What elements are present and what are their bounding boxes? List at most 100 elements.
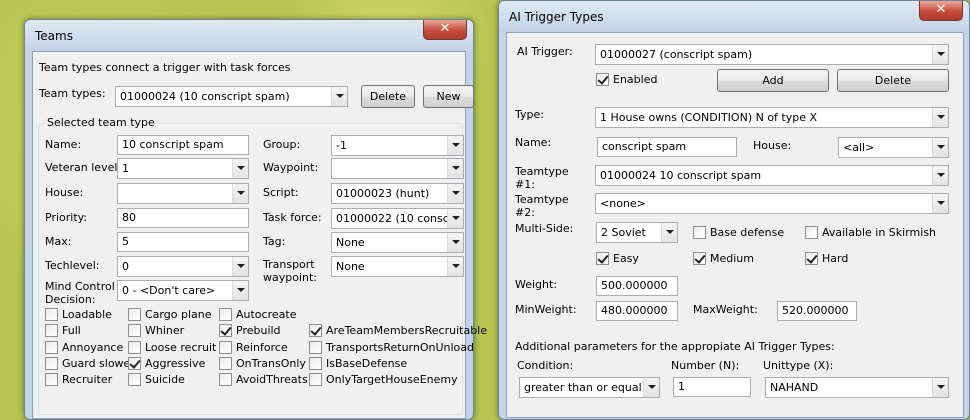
- skirmish-box[interactable]: [805, 226, 818, 239]
- easy-checkbox[interactable]: Easy: [596, 252, 639, 265]
- ai-close-button[interactable]: ✕: [919, 1, 963, 21]
- flag-box[interactable]: [219, 341, 232, 354]
- team-delete-button[interactable]: Delete: [361, 85, 415, 108]
- flag-checkbox[interactable]: OnTransOnly: [219, 357, 306, 370]
- flag-checkbox[interactable]: AvoidThreats: [219, 373, 308, 386]
- flag-checkbox[interactable]: Autocreate: [219, 308, 296, 321]
- ai-name-input[interactable]: conscript spam: [597, 137, 737, 157]
- flag-box[interactable]: [128, 341, 141, 354]
- medium-box[interactable]: [693, 252, 706, 265]
- flag-checkbox[interactable]: Full: [45, 324, 81, 337]
- flag-box[interactable]: [128, 373, 141, 386]
- enabled-checkbox[interactable]: Enabled: [596, 73, 657, 86]
- unittype-combo[interactable]: NAHAND: [765, 377, 949, 398]
- flag-box[interactable]: [45, 324, 58, 337]
- type-combo[interactable]: 1 House owns (CONDITION) N of type X: [595, 107, 949, 128]
- flag-checkbox[interactable]: Guard slower: [45, 357, 135, 370]
- flag-box[interactable]: [45, 341, 58, 354]
- chevron-down-icon[interactable]: [932, 138, 948, 157]
- flag-box[interactable]: [128, 324, 141, 337]
- flag-box[interactable]: [219, 357, 232, 370]
- flag-checkbox[interactable]: Loose recruit: [128, 341, 216, 354]
- flag-checkbox[interactable]: Annoyance: [45, 341, 123, 354]
- number-input[interactable]: 1: [673, 377, 751, 397]
- chevron-down-icon[interactable]: [447, 233, 463, 252]
- teams-close-button[interactable]: ✕: [423, 20, 467, 40]
- flag-box[interactable]: [309, 324, 322, 337]
- name-input[interactable]: 10 conscript spam: [117, 135, 249, 155]
- skirmish-checkbox[interactable]: Available in Skirmish: [805, 226, 936, 239]
- chevron-down-icon[interactable]: [232, 184, 248, 203]
- chevron-down-icon[interactable]: [643, 378, 659, 397]
- flag-checkbox[interactable]: TransportsReturnOnUnload: [309, 341, 474, 354]
- group-combo[interactable]: -1: [331, 135, 464, 156]
- chevron-down-icon[interactable]: [661, 223, 677, 242]
- max-input[interactable]: 5: [117, 232, 249, 252]
- flag-checkbox[interactable]: Recruiter: [45, 373, 112, 386]
- flag-checkbox[interactable]: Suicide: [128, 373, 185, 386]
- flag-checkbox[interactable]: Whiner: [128, 324, 184, 337]
- flag-checkbox[interactable]: IsBaseDefense: [309, 357, 407, 370]
- flag-box[interactable]: [219, 373, 232, 386]
- enabled-box[interactable]: [596, 73, 609, 86]
- priority-input[interactable]: 80: [117, 208, 249, 228]
- flag-box[interactable]: [219, 308, 232, 321]
- chevron-down-icon[interactable]: [932, 194, 948, 213]
- flag-box[interactable]: [128, 308, 141, 321]
- maxweight-input[interactable]: 520.000000: [777, 301, 857, 321]
- easy-box[interactable]: [596, 252, 609, 265]
- chevron-down-icon[interactable]: [331, 87, 347, 106]
- flag-box[interactable]: [45, 373, 58, 386]
- house-combo[interactable]: [117, 183, 249, 204]
- base-defense-checkbox[interactable]: Base defense: [693, 226, 784, 239]
- flag-box[interactable]: [309, 341, 322, 354]
- multi-side-combo[interactable]: 2 Soviet: [596, 222, 678, 243]
- chevron-down-icon[interactable]: [232, 159, 248, 178]
- transport-waypoint-combo[interactable]: None: [331, 256, 464, 277]
- waypoint-combo[interactable]: [331, 158, 464, 179]
- ai-house-combo[interactable]: <all>: [838, 137, 949, 158]
- flag-checkbox[interactable]: Reinforce: [219, 341, 288, 354]
- flag-box[interactable]: [309, 373, 322, 386]
- medium-checkbox[interactable]: Medium: [693, 252, 754, 265]
- chevron-down-icon[interactable]: [932, 45, 948, 64]
- flag-box[interactable]: [219, 324, 232, 337]
- veteran-level-combo[interactable]: 1: [117, 158, 249, 179]
- chevron-down-icon[interactable]: [447, 184, 463, 203]
- flag-box[interactable]: [128, 357, 141, 370]
- chevron-down-icon[interactable]: [447, 257, 463, 276]
- minweight-input[interactable]: 480.000000: [596, 301, 678, 321]
- ai-trigger-combo[interactable]: 01000027 (conscript spam): [595, 44, 949, 65]
- flag-box[interactable]: [309, 357, 322, 370]
- weight-input[interactable]: 500.000000: [596, 276, 678, 296]
- hard-checkbox[interactable]: Hard: [805, 252, 848, 265]
- flag-checkbox[interactable]: Prebuild: [219, 324, 281, 337]
- chevron-down-icon[interactable]: [932, 378, 948, 397]
- base-defense-box[interactable]: [693, 226, 706, 239]
- flag-checkbox[interactable]: OnlyTargetHouseEnemy: [309, 373, 458, 386]
- flag-checkbox[interactable]: AreTeamMembersRecruitable: [309, 324, 487, 337]
- flag-checkbox[interactable]: Aggressive: [128, 357, 205, 370]
- flag-checkbox[interactable]: Cargo plane: [128, 308, 211, 321]
- flag-checkbox[interactable]: Loadable: [45, 308, 112, 321]
- chevron-down-icon[interactable]: [932, 108, 948, 127]
- teamtype2-combo[interactable]: <none>: [595, 193, 949, 214]
- ai-add-button[interactable]: Add: [717, 69, 829, 92]
- hard-box[interactable]: [805, 252, 818, 265]
- flag-box[interactable]: [45, 308, 58, 321]
- condition-combo[interactable]: greater than or equal to: [519, 377, 660, 398]
- chevron-down-icon[interactable]: [932, 166, 948, 185]
- team-new-button[interactable]: New: [423, 85, 474, 108]
- chevron-down-icon[interactable]: [447, 159, 463, 178]
- team-types-combo[interactable]: 01000024 (10 conscript spam): [115, 86, 348, 107]
- chevron-down-icon[interactable]: [447, 136, 463, 155]
- task-force-combo[interactable]: 01000022 (10 conscrip: [331, 208, 464, 229]
- mind-control-combo[interactable]: 0 - <Don't care>: [117, 280, 249, 301]
- flag-box[interactable]: [45, 357, 58, 370]
- chevron-down-icon[interactable]: [232, 281, 248, 300]
- tag-combo[interactable]: None: [331, 232, 464, 253]
- techlevel-combo[interactable]: 0: [117, 256, 249, 277]
- script-combo[interactable]: 01000023 (hunt): [331, 183, 464, 204]
- teamtype1-combo[interactable]: 01000024 10 conscript spam: [595, 165, 949, 186]
- chevron-down-icon[interactable]: [232, 257, 248, 276]
